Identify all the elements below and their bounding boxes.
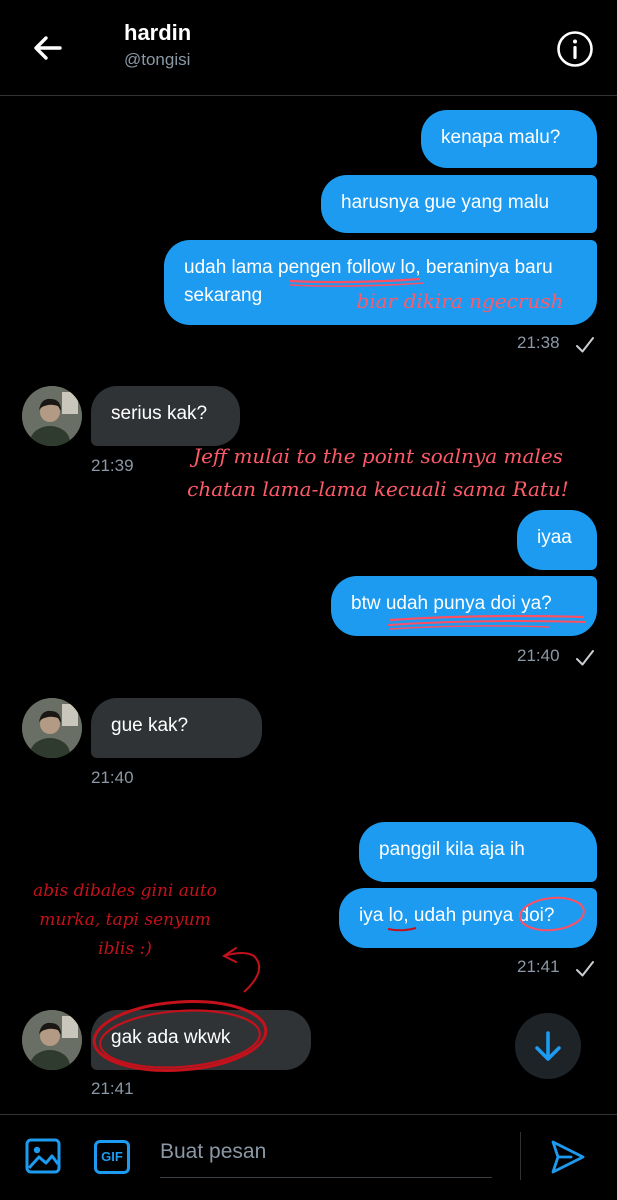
scroll-down-button[interactable] [515, 1013, 581, 1079]
arrow-down-icon [535, 1031, 561, 1061]
annotation-note: biar dikira ngecrush [356, 289, 564, 313]
message-input[interactable] [160, 1132, 492, 1172]
message-input-wrapper [160, 1132, 492, 1178]
composer-divider [520, 1132, 521, 1180]
gif-button[interactable]: GIF [94, 1140, 130, 1174]
send-icon[interactable] [549, 1138, 587, 1176]
image-icon[interactable] [25, 1138, 61, 1174]
annotation-note: Jeff mulai to the point soalnya males ch… [187, 444, 569, 501]
annotation-note: abis dibales gini auto murka, tapi senyu… [33, 881, 217, 959]
